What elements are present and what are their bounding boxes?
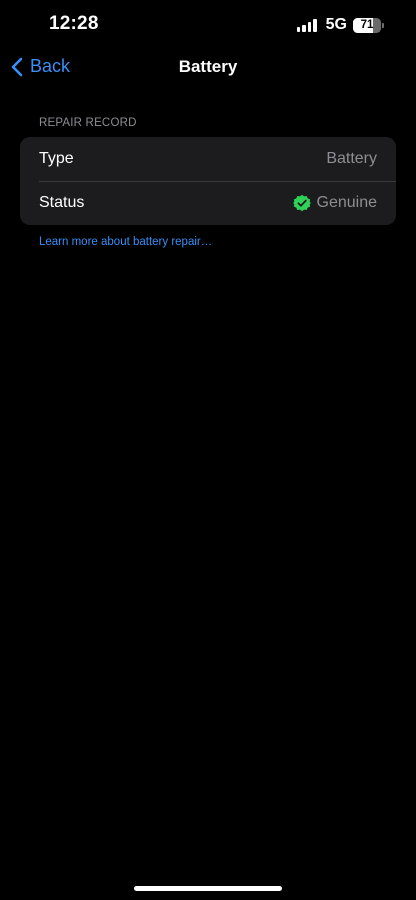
row-value: Battery (326, 150, 377, 168)
list-item-type: Type Battery (20, 137, 396, 181)
page-title: Battery (178, 57, 238, 76)
type-value: Battery (326, 150, 377, 167)
home-indicator[interactable] (134, 886, 282, 891)
section-header-repair-record: REPAIR RECORD (39, 117, 137, 129)
cellular-signal-icon (296, 18, 319, 32)
network-type: 5G (325, 16, 347, 33)
status-value: Genuine (316, 194, 378, 211)
status-indicators: 5G 71 (296, 16, 384, 34)
verified-check-icon (292, 194, 317, 212)
row-label: Type (39, 150, 74, 167)
battery-icon: 71 (353, 17, 381, 33)
battery-cap (382, 22, 384, 28)
status-bar: 12:28 5G 71 (0, 0, 416, 50)
learn-more-link[interactable]: Learn more about battery repair… (39, 236, 212, 248)
status-time: 12:28 (49, 13, 99, 34)
battery-level: 71 (360, 18, 374, 31)
repair-record-group: Type Battery Status Genuine (20, 137, 396, 225)
navigation-bar: Back Battery (0, 50, 416, 86)
row-label: Status (39, 194, 85, 211)
list-item-status: Status Genuine (20, 181, 396, 225)
row-value: Genuine (292, 194, 378, 212)
